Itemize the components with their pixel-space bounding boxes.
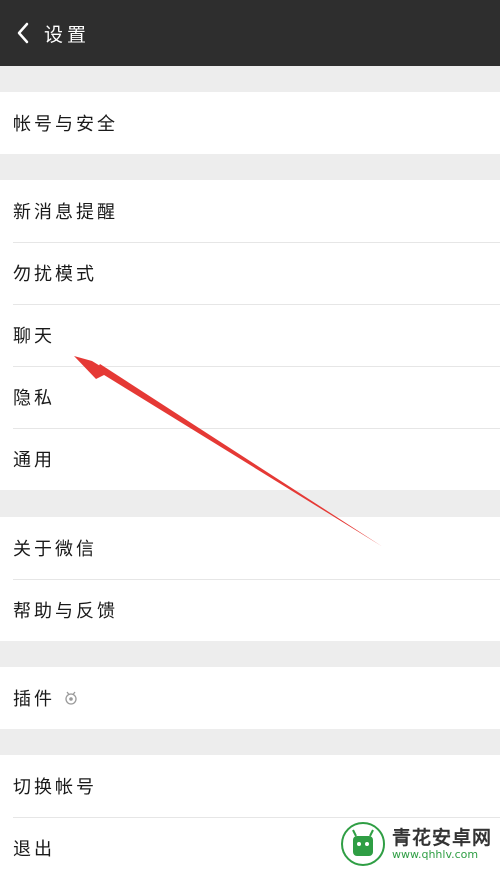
group-general: 新消息提醒 勿扰模式 聊天 隐私 通用 [0,180,500,490]
watermark-name: 青花安卓网 [391,827,492,849]
settings-item-switch-account[interactable]: 切换帐号 [0,755,500,817]
watermark: 青花安卓网 www.qhhlv.com [340,821,492,867]
group-about: 关于微信 帮助与反馈 [0,517,500,641]
settings-item-help-feedback[interactable]: 帮助与反馈 [0,579,500,641]
plugin-icon [63,690,79,706]
chevron-left-icon [17,22,29,44]
page-title: 设置 [44,23,91,46]
settings-item-do-not-disturb[interactable]: 勿扰模式 [0,242,500,304]
watermark-logo-icon [340,822,385,866]
top-bar: 设置 [0,0,500,66]
settings-item-chat[interactable]: 聊天 [0,304,500,366]
settings-item-privacy[interactable]: 隐私 [0,366,500,428]
settings-item-plugins-label: 插件 [13,689,55,710]
group-account: 帐号与安全 [0,92,500,154]
settings-item-plugins[interactable]: 插件 [0,667,500,729]
settings-item-notifications[interactable]: 新消息提醒 [0,180,500,242]
watermark-url: www.qhhlv.com [391,848,479,861]
settings-item-general[interactable]: 通用 [0,428,500,490]
group-plugins: 插件 [0,667,500,729]
settings-item-account-security[interactable]: 帐号与安全 [0,92,500,154]
back-button[interactable] [6,0,40,66]
settings-item-about-wechat[interactable]: 关于微信 [0,517,500,579]
